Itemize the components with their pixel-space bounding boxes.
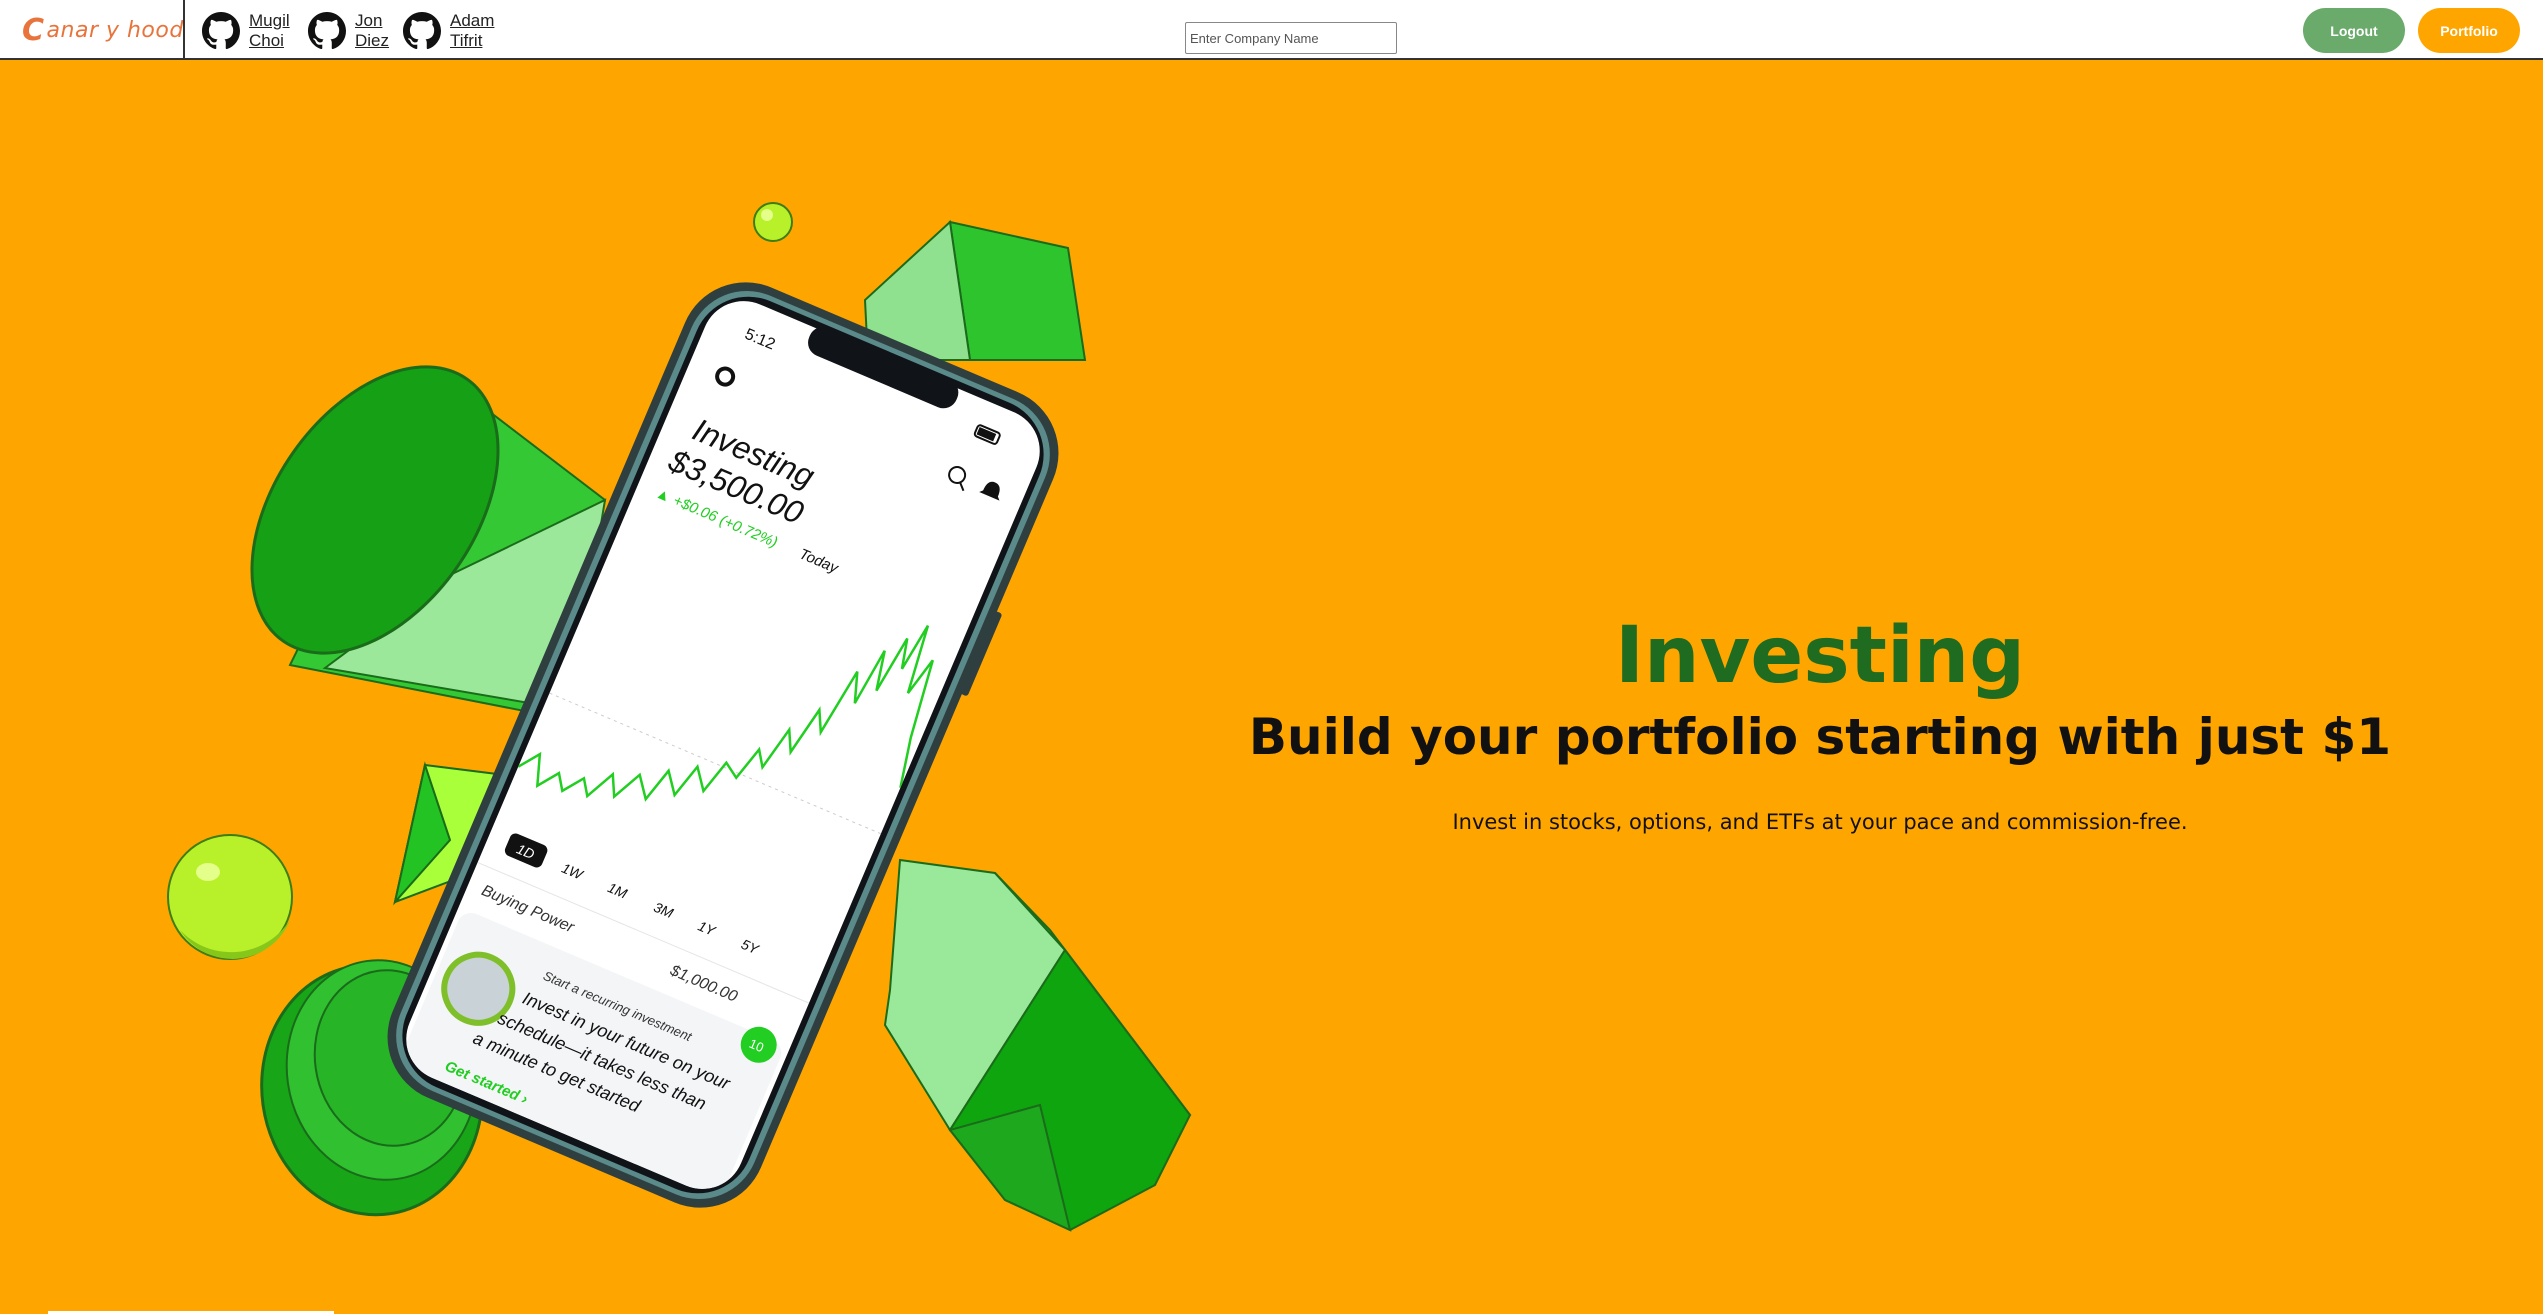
logout-button[interactable]: Logout (2303, 8, 2405, 53)
author-link-mugil-choi[interactable]: Mugil Choi (202, 9, 299, 53)
github-icon (202, 12, 240, 50)
author-link-adam-tifrit[interactable]: Adam Tifrit (403, 9, 500, 53)
canaryhood-logo[interactable]: C anar y hood (22, 12, 184, 48)
author-name: Mugil Choi (249, 11, 299, 51)
github-icon (403, 12, 441, 50)
hero-subtitle: Build your portfolio starting with just … (1248, 708, 2392, 766)
hex-prism-shape (883, 858, 1192, 1232)
author-name: Adam Tifrit (450, 11, 500, 51)
author-first-name: Mugil (249, 11, 290, 30)
author-last-name: Diez (355, 31, 390, 50)
github-icon (308, 12, 346, 50)
author-link-jon-diez[interactable]: Jon Diez (308, 9, 405, 53)
hero-title: Investing (1614, 611, 2026, 701)
company-search-input[interactable] (1185, 22, 1397, 54)
large-sphere-shape (167, 834, 293, 960)
nav-divider (183, 0, 185, 60)
portfolio-button[interactable]: Portfolio (2418, 8, 2520, 53)
author-first-name: Jon (355, 11, 383, 30)
author-last-name: Choi (249, 31, 284, 50)
logo-text: anar y hood (46, 17, 184, 43)
author-first-name: Adam (450, 11, 495, 30)
hero-description: Invest in stocks, options, and ETFs at y… (1452, 810, 2188, 834)
author-name: Jon Diez (355, 11, 405, 51)
small-sphere-shape (753, 202, 793, 242)
hero-illustration: 5:12 Investing $3,500.00 ▲ +$0.06 (+0.72… (167, 202, 1192, 1232)
top-navbar: C anar y hood Mugil Choi Jon Diez Adam T… (0, 0, 2543, 60)
author-last-name: Tifrit (450, 31, 483, 50)
logo-initial: C (22, 12, 45, 48)
prism-top-shape (863, 219, 1087, 361)
hero-text-block: Investing Build your portfolio starting … (1230, 610, 2410, 834)
